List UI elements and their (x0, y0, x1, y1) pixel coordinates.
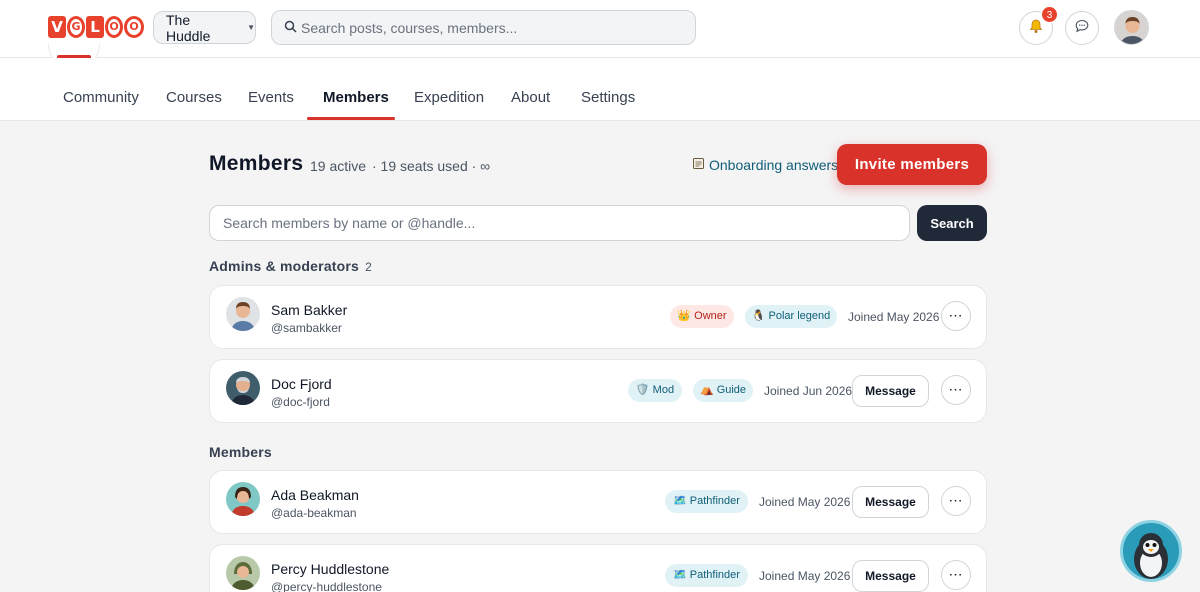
admins-section-count: 2 (365, 260, 372, 274)
member-handle: @doc-fjord (271, 395, 330, 409)
tab-about[interactable]: About (511, 58, 550, 121)
penguin-icon (1134, 533, 1168, 579)
tab-courses[interactable]: Courses (166, 58, 222, 121)
logo-letter: L (86, 16, 104, 38)
logo-letter: V (48, 16, 66, 38)
joined-date: Joined May 2026 (759, 569, 851, 583)
onboarding-answers-label: Onboarding answers (709, 157, 839, 173)
mod-badge: 🛡️ Mod (628, 379, 682, 402)
polar-legend-badge: 🐧 Polar legend (745, 305, 837, 328)
bell-icon (1028, 18, 1044, 38)
caret-down-icon: ▼ (247, 23, 255, 32)
logo-letter: G (67, 16, 85, 38)
member-row: Ada Beakman @ada-beakman 🗺️ Pathfinder J… (209, 470, 987, 534)
search-icon (284, 20, 297, 36)
ellipsis-icon: ⋯ (948, 492, 964, 508)
member-handle: @ada-beakman (271, 506, 357, 520)
global-search-input[interactable] (301, 19, 681, 36)
more-options-button[interactable]: ⋯ (941, 486, 971, 516)
user-avatar[interactable] (1114, 10, 1149, 45)
tab-members[interactable]: Members (323, 58, 389, 121)
owner-badge: 👑 Owner (670, 305, 734, 328)
member-avatar[interactable] (226, 556, 260, 590)
invite-members-button[interactable]: Invite members (837, 144, 987, 185)
active-tab-indicator (307, 117, 395, 120)
guide-badge: ⛺ Guide (693, 379, 753, 402)
ellipsis-icon: ⋯ (948, 566, 964, 582)
tab-events[interactable]: Events (248, 58, 294, 121)
ellipsis-icon: ⋯ (948, 381, 964, 397)
member-name[interactable]: Sam Bakker (271, 302, 347, 318)
joined-date: Joined May 2026 (848, 310, 940, 324)
space-name: The Huddle (166, 11, 211, 44)
member-handle: @sambakker (271, 321, 342, 335)
member-handle: @percy-huddlestone (271, 580, 382, 592)
global-search[interactable] (271, 10, 696, 45)
member-name[interactable]: Percy Huddlestone (271, 561, 389, 577)
seats-used: · 19 seats used · ∞ (372, 158, 491, 174)
pathfinder-badge: 🗺️ Pathfinder (665, 490, 748, 513)
community-nav: Community Courses Events Members Expedit… (0, 58, 1200, 121)
more-options-button[interactable]: ⋯ (941, 301, 971, 331)
clipboard-icon (692, 157, 705, 173)
pathfinder-badge: 🗺️ Pathfinder (665, 564, 748, 587)
app-logo[interactable]: V G L O O (48, 16, 144, 38)
message-button[interactable]: Message (852, 486, 929, 518)
top-bar: V G L O O The Huddle ▼ 3 (0, 0, 1200, 58)
ellipsis-icon: ⋯ (948, 307, 964, 323)
member-row: Sam Bakker @sambakker 👑 Owner 🐧 Polar le… (209, 285, 987, 349)
notification-count-badge: 3 (1041, 6, 1058, 23)
joined-date: Joined Jun 2026 (764, 384, 853, 398)
tab-settings[interactable]: Settings (581, 58, 635, 121)
messages-button[interactable] (1065, 11, 1099, 45)
onboarding-answers-link[interactable]: Onboarding answers (692, 157, 838, 173)
member-avatar[interactable] (226, 482, 260, 516)
message-button[interactable]: Message (852, 560, 929, 592)
member-name[interactable]: Doc Fjord (271, 376, 332, 392)
page-title: Members (209, 152, 304, 175)
member-row: Percy Huddlestone @percy-huddlestone 🗺️ … (209, 544, 987, 592)
member-row: Doc Fjord @doc-fjord 🛡️ Mod ⛺ Guide Join… (209, 359, 987, 423)
tab-expedition[interactable]: Expedition (414, 58, 484, 121)
active-count: 19 active (310, 158, 367, 174)
message-button[interactable]: Message (852, 375, 929, 407)
member-search-button[interactable]: Search (917, 205, 987, 241)
tab-community[interactable]: Community (63, 58, 139, 121)
more-options-button[interactable]: ⋯ (941, 560, 971, 590)
logo-letter: O (124, 16, 144, 38)
logo-letter: O (105, 16, 123, 38)
more-options-button[interactable]: ⋯ (941, 375, 971, 405)
space-switcher[interactable]: The Huddle ▼ (153, 11, 256, 44)
admins-section-heading: Admins & moderators 2 (209, 258, 372, 274)
members-section-heading: Members (209, 444, 272, 460)
chat-bubble-icon (1074, 18, 1090, 38)
joined-date: Joined May 2026 (759, 495, 851, 509)
member-search-input[interactable] (209, 205, 910, 241)
admins-section-label: Admins & moderators (209, 258, 360, 274)
penguin-assistant-button[interactable] (1120, 520, 1182, 582)
member-name[interactable]: Ada Beakman (271, 487, 359, 503)
member-avatar[interactable] (226, 371, 260, 405)
member-avatar[interactable] (226, 297, 260, 331)
